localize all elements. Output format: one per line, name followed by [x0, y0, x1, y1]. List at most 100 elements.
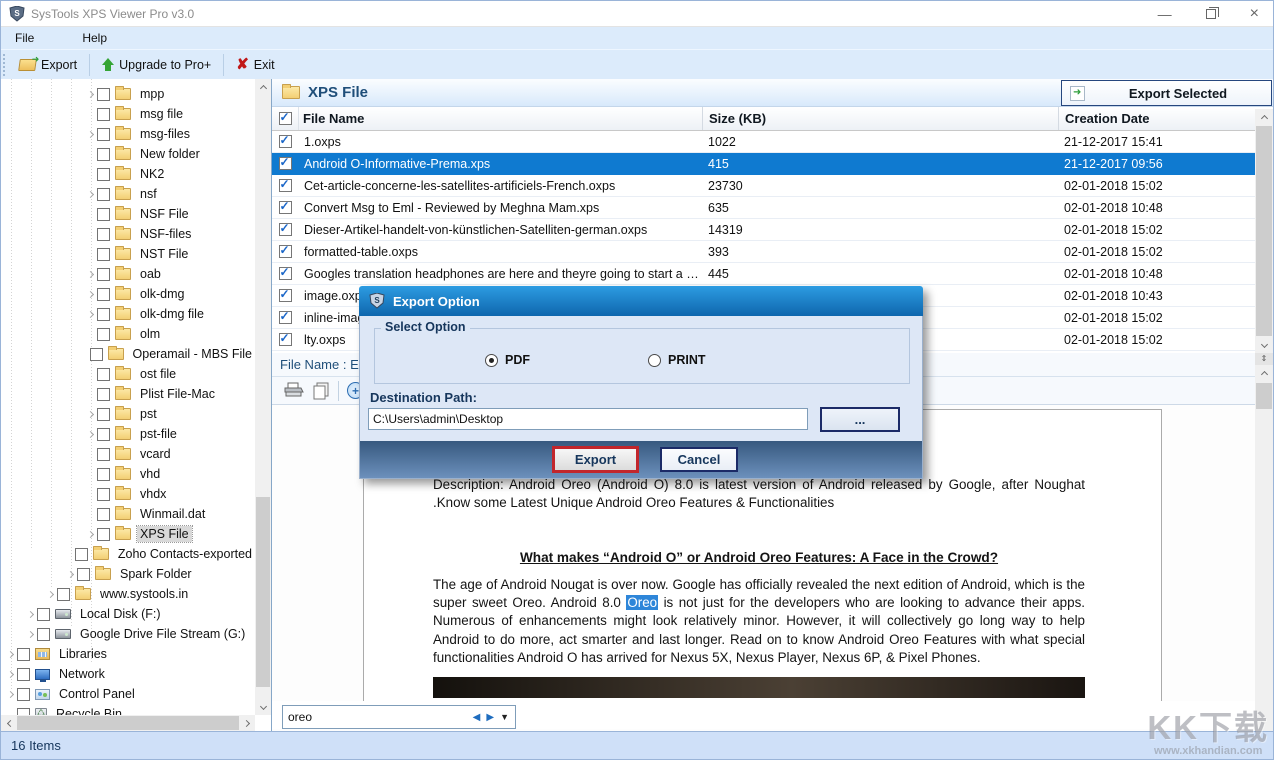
tree-item-recycle-bin[interactable]: Recycle Bin	[1, 704, 255, 715]
exit-button[interactable]: ✘ Exit	[226, 55, 284, 75]
tree-item-vcard[interactable]: vcard	[1, 444, 255, 464]
row-checkbox[interactable]	[279, 333, 292, 346]
tree-checkbox[interactable]	[97, 188, 110, 201]
dialog-export-button[interactable]: Export	[552, 446, 639, 473]
expand-arrow-icon[interactable]	[3, 672, 17, 677]
scroll-up-icon[interactable]	[1255, 365, 1273, 381]
row-checkbox[interactable]	[279, 267, 292, 280]
expand-arrow-icon[interactable]	[83, 532, 97, 537]
tree-scrollbar-thumb[interactable]	[256, 497, 270, 687]
table-row[interactable]: Googles translation headphones are here …	[272, 263, 1255, 285]
dialog-cancel-button[interactable]: Cancel	[660, 447, 738, 472]
tree-checkbox[interactable]	[57, 588, 70, 601]
expand-arrow-icon[interactable]	[23, 612, 37, 617]
menu-item-help[interactable]: Help	[72, 29, 117, 47]
tree-checkbox[interactable]	[17, 688, 30, 701]
tree-checkbox[interactable]	[37, 628, 50, 641]
tree-item-libraries[interactable]: Libraries	[1, 644, 255, 664]
tree-checkbox[interactable]	[97, 308, 110, 321]
print-radio-option[interactable]: PRINT	[648, 353, 706, 367]
tree-item-olk-dmg-file[interactable]: olk-dmg file	[1, 304, 255, 324]
tree-item-new-folder[interactable]: New folder	[1, 144, 255, 164]
tree-item-local-disk-f-[interactable]: Local Disk (F:)	[1, 604, 255, 624]
table-vertical-scrollbar[interactable]	[1255, 109, 1273, 353]
tree-checkbox[interactable]	[97, 288, 110, 301]
row-checkbox[interactable]	[279, 157, 292, 170]
row-checkbox[interactable]	[279, 311, 292, 324]
tree-item-oab[interactable]: oab	[1, 264, 255, 284]
expand-arrow-icon[interactable]	[83, 132, 97, 137]
tree-checkbox[interactable]	[97, 468, 110, 481]
tree-checkbox[interactable]	[97, 368, 110, 381]
expand-arrow-icon[interactable]	[83, 312, 97, 317]
expand-arrow-icon[interactable]	[83, 292, 97, 297]
row-checkbox[interactable]	[279, 201, 292, 214]
export-selected-button[interactable]: Export Selected	[1061, 80, 1272, 106]
tree-item-nsf-file[interactable]: NSF File	[1, 204, 255, 224]
scroll-right-icon[interactable]	[239, 715, 255, 731]
tree-item-msg-file[interactable]: msg file	[1, 104, 255, 124]
search-box[interactable]: oreo ◀ ▶ ▼	[282, 705, 516, 729]
column-header-size[interactable]: Size (KB)	[702, 107, 1058, 130]
minimize-icon[interactable]: —	[1158, 7, 1172, 21]
pdf-radio-option[interactable]: PDF	[485, 353, 530, 367]
search-dropdown-icon[interactable]: ▼	[497, 712, 515, 722]
tree-checkbox[interactable]	[97, 208, 110, 221]
tree-checkbox[interactable]	[17, 648, 30, 661]
row-checkbox[interactable]	[279, 289, 292, 302]
tree-item-olm[interactable]: olm	[1, 324, 255, 344]
pdf-radio[interactable]	[485, 354, 498, 367]
column-header-creation-date[interactable]: Creation Date	[1058, 107, 1255, 130]
tree-checkbox[interactable]	[97, 508, 110, 521]
tree-checkbox[interactable]	[17, 708, 30, 716]
scroll-down-icon[interactable]	[1255, 337, 1273, 353]
tree-item-pst-file[interactable]: pst-file	[1, 424, 255, 444]
tree-hscrollbar-thumb[interactable]	[17, 716, 239, 730]
tree-checkbox[interactable]	[97, 428, 110, 441]
table-row[interactable]: 1.oxps102221-12-2017 15:41	[272, 131, 1255, 153]
tree-item-olk-dmg[interactable]: olk-dmg	[1, 284, 255, 304]
scroll-up-icon[interactable]	[255, 79, 271, 95]
tree-item-mpp[interactable]: mpp	[1, 84, 255, 104]
tree-checkbox[interactable]	[97, 388, 110, 401]
scroll-left-icon[interactable]	[1, 715, 17, 731]
tree-item-nk2[interactable]: NK2	[1, 164, 255, 184]
expand-arrow-icon[interactable]	[83, 412, 97, 417]
tree-item-google-drive-file-stream-g-[interactable]: Google Drive File Stream (G:)	[1, 624, 255, 644]
tree-checkbox[interactable]	[97, 268, 110, 281]
table-scrollbar-thumb[interactable]	[1256, 126, 1272, 336]
print-radio[interactable]	[648, 354, 661, 367]
tree-checkbox[interactable]	[97, 448, 110, 461]
tree-checkbox[interactable]	[97, 128, 110, 141]
close-icon[interactable]: ×	[1250, 7, 1259, 21]
tree-checkbox[interactable]	[17, 668, 30, 681]
row-checkbox[interactable]	[279, 135, 292, 148]
find-previous-icon[interactable]: ◀	[470, 712, 484, 723]
expand-arrow-icon[interactable]	[63, 572, 77, 577]
table-row[interactable]: Convert Msg to Eml - Reviewed by Meghna …	[272, 197, 1255, 219]
tree-item-network[interactable]: Network	[1, 664, 255, 684]
tree-item-nsf-files[interactable]: NSF-files	[1, 224, 255, 244]
expand-arrow-icon[interactable]	[83, 432, 97, 437]
copy-pages-icon[interactable]	[312, 382, 330, 400]
browse-button[interactable]: ...	[820, 407, 900, 432]
row-checkbox[interactable]	[279, 223, 292, 236]
select-all-checkbox[interactable]	[279, 112, 292, 125]
tree-checkbox[interactable]	[97, 488, 110, 501]
tree-item-nsf[interactable]: nsf	[1, 184, 255, 204]
restore-icon[interactable]	[1206, 9, 1216, 19]
tree-item-msg-files[interactable]: msg-files	[1, 124, 255, 144]
find-next-icon[interactable]: ▶	[483, 712, 497, 723]
scroll-up-icon[interactable]	[1255, 109, 1273, 125]
tree-item-www-systools-in[interactable]: www.systools.in	[1, 584, 255, 604]
destination-path-input[interactable]: C:\Users\admin\Desktop	[368, 408, 808, 430]
expand-arrow-icon[interactable]	[3, 652, 17, 657]
tree-item-spark-folder[interactable]: Spark Folder	[1, 564, 255, 584]
expand-arrow-icon[interactable]	[23, 632, 37, 637]
tree-checkbox[interactable]	[97, 408, 110, 421]
column-header-file-name[interactable]: File Name	[298, 107, 702, 130]
scroll-down-icon[interactable]	[255, 699, 271, 715]
tree-item-operamail-mbs-file[interactable]: Operamail - MBS File	[1, 344, 255, 364]
preview-scrollbar-thumb[interactable]	[1256, 383, 1272, 409]
upgrade-to-pro-button[interactable]: Upgrade to Pro+	[92, 55, 221, 75]
